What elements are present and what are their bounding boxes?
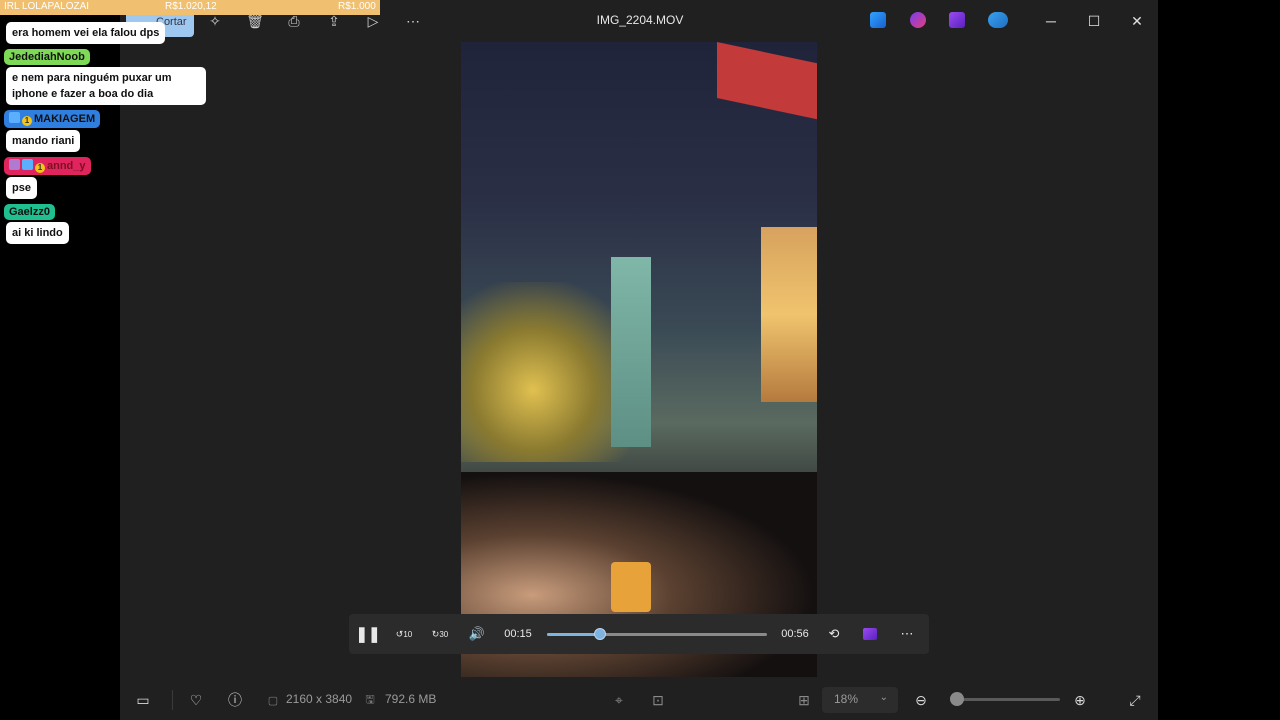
video-phone	[611, 562, 651, 612]
forward-icon: ↻	[431, 628, 440, 639]
stream-chat: era homem vei ela falou dps JedediahNoob…	[4, 20, 224, 247]
seek-bar[interactable]	[547, 628, 767, 640]
rewind-icon: ↺	[395, 628, 404, 639]
chat-message-text: pse	[6, 177, 37, 199]
chat-username: JedediahNoob	[4, 49, 90, 65]
video-side-screen	[761, 227, 817, 402]
image-dimensions: 2160 x 3840	[286, 692, 353, 706]
file-size: 792.6 MB	[385, 692, 437, 706]
chat-message-0: era homem vei ela falou dps	[4, 20, 224, 47]
subscriber-badge-icon	[22, 159, 33, 170]
chat-username: annd_y	[47, 160, 86, 172]
fullscreen-icon[interactable]: ⤢	[1124, 689, 1146, 711]
file-size-icon: 🖫	[365, 693, 375, 706]
video-editor-icon	[863, 628, 877, 640]
chat-username-block: 1 annd_y	[4, 157, 91, 175]
zoom-slider-thumb[interactable]	[950, 692, 965, 706]
chat-message-1: JedediahNoob e nem para ninguém puxar um…	[4, 47, 224, 108]
bottom-bar: ▭ ♡ ⓘ ▢ 2160 x 3840 🖫 792.6 MB ⌖ ⊡ ⊞ 18%…	[120, 680, 1158, 720]
video-banner	[717, 42, 817, 120]
photos-app-window: ✧ 🗑 ⎙ ⇪ ▷ ⋯ IMG_2204.MOV ─ ☐ ✕ ❚❚ ↺ 10 ↻ 3…	[120, 0, 1158, 720]
chevron-down-icon: ⌄	[879, 692, 888, 703]
video-editor-button[interactable]	[859, 623, 881, 645]
video-castle-tower	[611, 257, 651, 447]
zoom-value: 18%	[834, 692, 859, 706]
video-frame[interactable]	[461, 42, 817, 677]
designer-icon[interactable]	[910, 12, 926, 28]
repeat-off-button[interactable]: ⟲	[823, 623, 845, 645]
resolution-icon: ▢	[267, 694, 279, 707]
zoom-in-icon[interactable]: ⊕	[1069, 689, 1091, 711]
chat-message-4: Gaelzz0 ai ki lindo	[4, 202, 224, 247]
chat-username: MAKIAGEM	[34, 113, 96, 125]
more-icon[interactable]: ⋯	[402, 10, 424, 32]
minimize-button[interactable]: ─	[1036, 8, 1066, 34]
chat-message-text: e nem para ninguém puxar um iphone e faz…	[6, 67, 206, 105]
platform-badge-icon	[9, 159, 20, 170]
rewind-label: 10	[403, 629, 413, 639]
onedrive-icon[interactable]	[988, 12, 1008, 28]
chat-username-block: 1 MAKIAGEM	[4, 110, 101, 128]
chat-message-2: 1 MAKIAGEM mando riani	[4, 108, 224, 155]
file-title: IMG_2204.MOV	[596, 13, 684, 27]
chat-message-text: era homem vei ela falou dps	[6, 22, 166, 44]
player-more-button[interactable]: ⋯	[896, 623, 918, 645]
fit-to-window-icon[interactable]: ⊞	[793, 689, 815, 711]
extract-text-icon[interactable]: ⊡	[647, 689, 669, 711]
info-icon[interactable]: ⓘ	[224, 689, 246, 711]
pause-button[interactable]: ❚❚	[355, 623, 380, 645]
platform-badge-icon	[9, 112, 20, 123]
zoom-dropdown[interactable]: 18% ⌄	[822, 687, 898, 713]
sub-badge-icon: 1	[35, 163, 45, 173]
chat-message-3: 1 annd_y pse	[4, 155, 224, 202]
forward-30-button[interactable]: ↻ 30	[429, 623, 451, 645]
donation-bar: IRL LOLAPALOZAI R$1.020,12 R$1.000	[0, 0, 380, 15]
volume-button[interactable]: 🔊	[466, 623, 488, 645]
duration-time: 00:56	[781, 628, 809, 640]
rewind-10-button[interactable]: ↺ 10	[393, 623, 415, 645]
zoom-slider[interactable]	[950, 692, 1060, 706]
donation-amount-1: R$1.020,12	[165, 1, 217, 12]
seek-bar-thumb[interactable]	[593, 628, 606, 640]
right-letterbox	[1158, 0, 1280, 720]
sub-badge-icon: 1	[22, 116, 32, 126]
clipchamp-icon[interactable]	[870, 12, 886, 28]
visual-search-icon[interactable]: ⌖	[608, 689, 630, 711]
favorite-icon[interactable]: ♡	[185, 689, 207, 711]
seek-bar-progress	[547, 633, 600, 636]
donation-amount-2: R$1.000	[338, 1, 376, 12]
filmstrip-icon[interactable]: ▭	[132, 689, 154, 711]
stream-title: IRL LOLAPALOZAI	[4, 1, 90, 12]
video-player-controls: ❚❚ ↺ 10 ↻ 30 🔊 00:15 00:56 ⟲ ⋯	[349, 614, 929, 654]
maximize-button[interactable]: ☐	[1079, 8, 1109, 34]
forward-label: 30	[439, 629, 449, 639]
chat-username: Gaelzz0	[4, 204, 55, 220]
divider	[172, 690, 173, 710]
chat-message-text: ai ki lindo	[6, 222, 69, 244]
video-editor-icon[interactable]	[949, 12, 965, 28]
chat-message-text: mando riani	[6, 130, 81, 152]
close-button[interactable]: ✕	[1122, 8, 1152, 34]
zoom-out-icon[interactable]: ⊖	[910, 689, 932, 711]
current-time: 00:15	[504, 628, 532, 640]
